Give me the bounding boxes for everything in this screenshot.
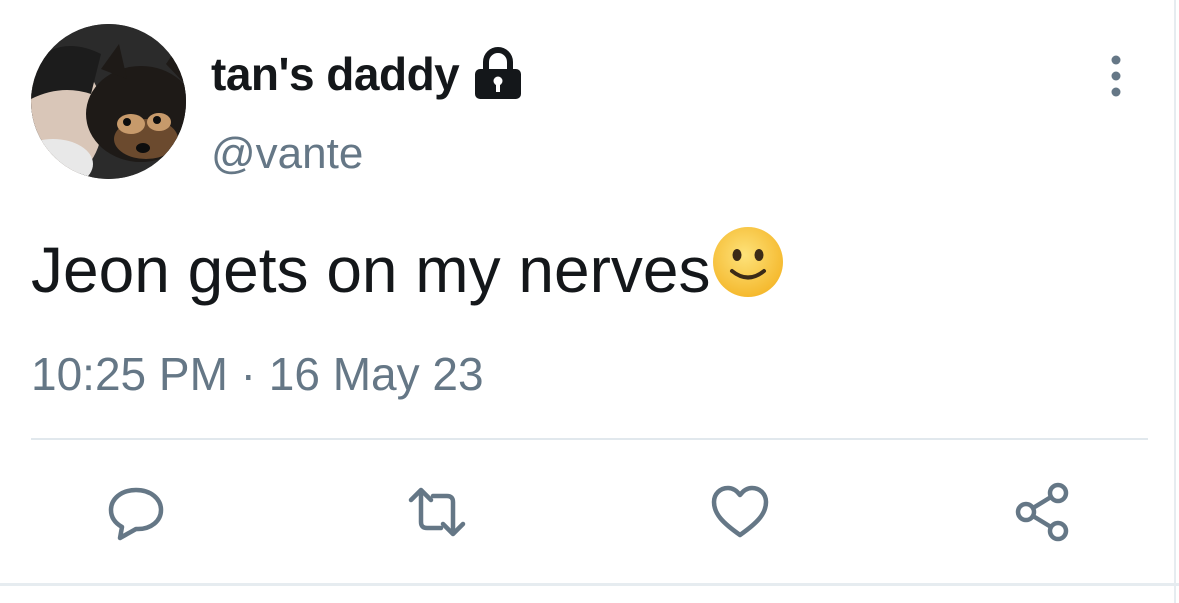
tweet-card: tan's daddy @vante Jeon gets on my nerve… — [0, 0, 1179, 603]
slightly-smiling-face-icon — [710, 224, 786, 300]
reply-button[interactable] — [104, 480, 168, 544]
share-icon — [1015, 482, 1069, 542]
heart-icon — [711, 485, 769, 538]
tweet-text: Jeon gets on my nerves — [31, 224, 786, 310]
divider — [31, 438, 1148, 440]
avatar-image — [31, 24, 186, 179]
bottom-border — [0, 583, 1179, 586]
retweet-button[interactable] — [405, 480, 469, 544]
tweet-text-content: Jeon gets on my nerves — [31, 234, 711, 306]
share-button[interactable] — [1012, 480, 1076, 544]
like-button[interactable] — [708, 480, 772, 544]
tweet-timestamp[interactable]: 10:25 PM · 16 May 23 — [31, 346, 484, 402]
reply-icon — [108, 487, 164, 541]
retweet-icon — [408, 487, 466, 537]
more-vertical-icon[interactable] — [1096, 54, 1136, 98]
display-name[interactable]: tan's daddy — [211, 44, 460, 104]
right-edge-border — [1174, 0, 1176, 603]
user-handle[interactable]: @vante — [211, 128, 363, 180]
avatar[interactable] — [31, 24, 186, 179]
user-name-row: tan's daddy — [211, 44, 524, 104]
lock-icon — [472, 47, 524, 101]
